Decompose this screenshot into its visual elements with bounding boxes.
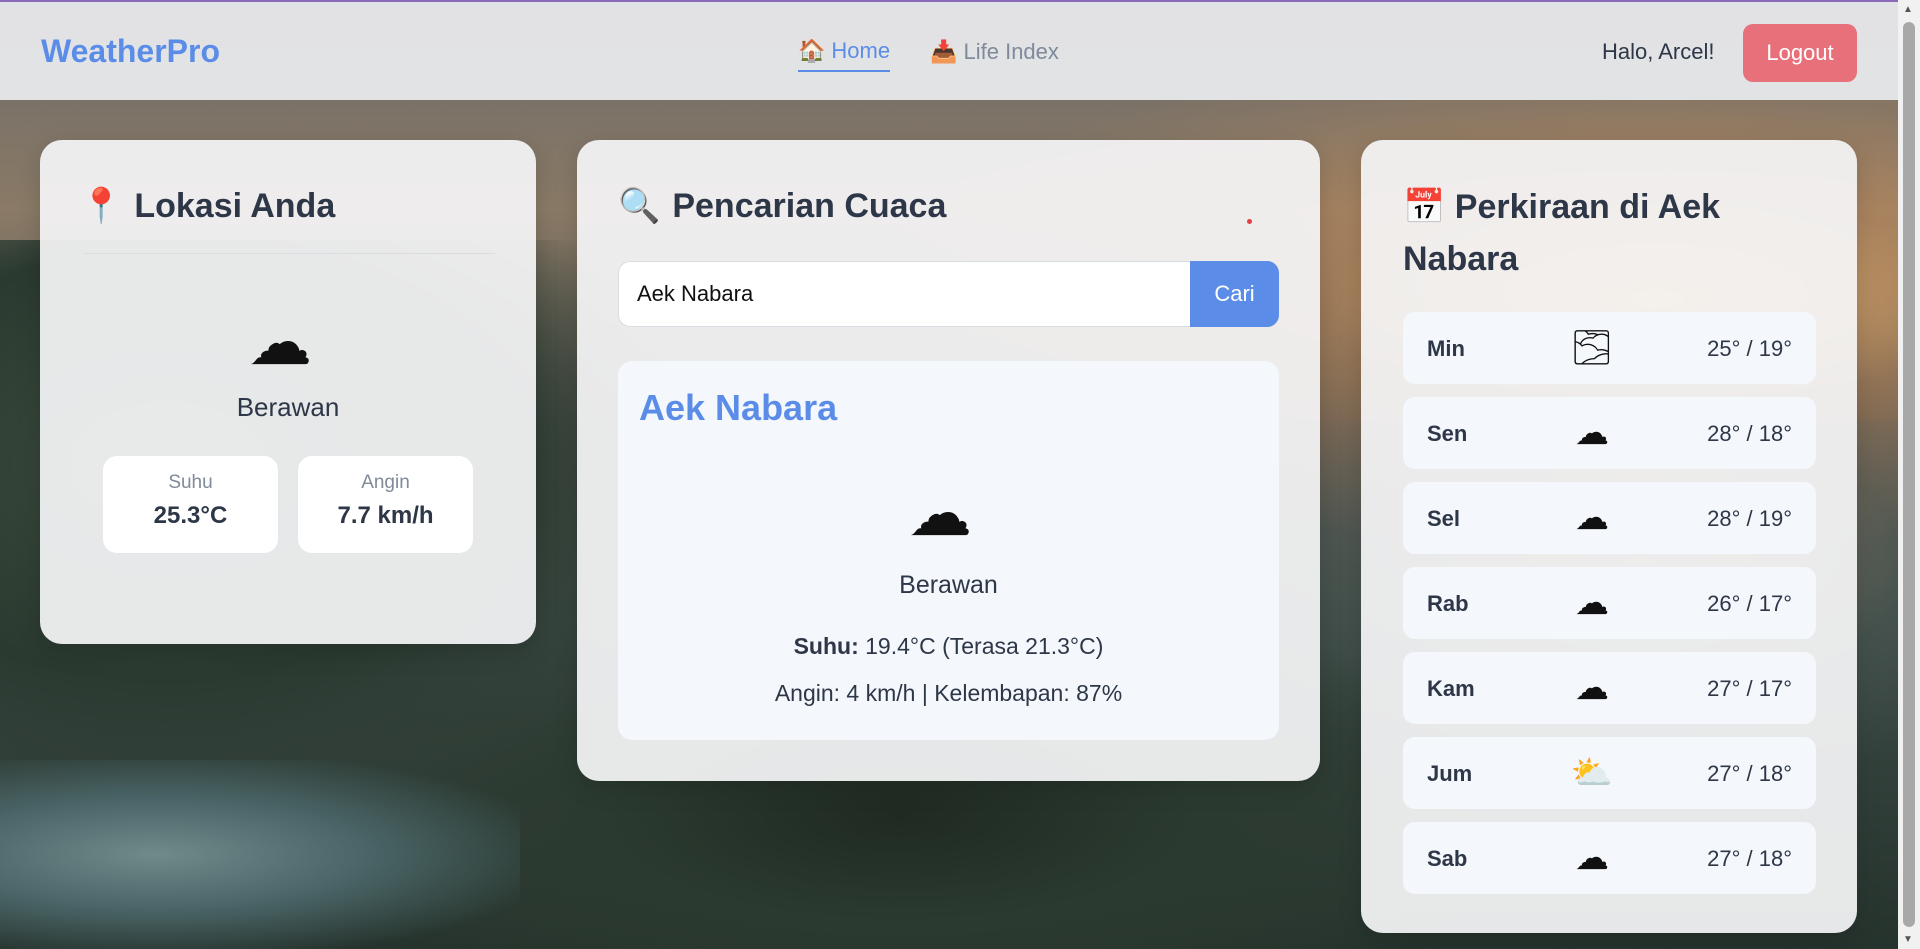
- result-city: Aek Nabara: [639, 387, 838, 428]
- scroll-thumb[interactable]: [1903, 22, 1915, 927]
- result-temperature: Suhu: 19.4°C (Terasa 21.3°C): [618, 633, 1279, 660]
- nav-item-label: Life Index: [963, 39, 1059, 64]
- forecast-title-text: Perkiraan di Aek Nabara: [1403, 188, 1721, 278]
- stat-value: 7.7 km/h: [337, 502, 434, 529]
- forecast-temp: 26° / 17°: [1707, 591, 1792, 616]
- nav-item-home[interactable]: 🏠 Home: [798, 38, 891, 72]
- search-result: Aek Nabara ☁ Berawan Suhu: 19.4°C (Teras…: [618, 361, 1279, 740]
- logout-button[interactable]: Logout: [1743, 24, 1857, 82]
- location-title-text: Lokasi Anda: [134, 187, 336, 225]
- search-button[interactable]: Cari: [1190, 261, 1279, 327]
- house-icon: 🏠: [798, 38, 826, 63]
- forecast-row: Sen ☁ 28° / 18°: [1403, 397, 1816, 469]
- nav-links: 🏠 Home 📥 Life Index: [798, 38, 1059, 72]
- forecast-card: 📅 Perkiraan di Aek Nabara Min 🌫 25° / 19…: [1361, 140, 1857, 933]
- cloud-icon: ☁: [1575, 499, 1609, 537]
- divider: [83, 253, 495, 254]
- temp-label: Suhu:: [793, 633, 859, 659]
- search-input[interactable]: [618, 261, 1190, 327]
- cloud-icon: ☁: [908, 477, 972, 549]
- forecast-row: Kam ☁ 27° / 17°: [1403, 652, 1816, 724]
- forecast-row: Sel ☁ 28° / 19°: [1403, 482, 1816, 554]
- forecast-row: Rab ☁ 26° / 17°: [1403, 567, 1816, 639]
- cloud-icon: ☁: [1575, 414, 1609, 452]
- forecast-list: Min 🌫 25° / 19° Sen ☁ 28° / 18° Sel ☁ 28…: [1403, 312, 1816, 907]
- forecast-row: Sab ☁ 27° / 18°: [1403, 822, 1816, 894]
- cloud-icon: ☁: [1575, 669, 1609, 707]
- fog-icon: 🌫: [1570, 329, 1614, 367]
- stat-label: Angin: [361, 472, 410, 493]
- location-card: 📍 Lokasi Anda ☁ Berawan Suhu 25.3°C Angi…: [40, 140, 536, 644]
- location-condition: Berawan: [236, 392, 340, 422]
- forecast-row: Jum ⛅ 27° / 18°: [1403, 737, 1816, 809]
- pin-icon: 📍: [80, 187, 123, 225]
- forecast-row: Min 🌫 25° / 19°: [1403, 312, 1816, 384]
- location-title: 📍 Lokasi Anda: [80, 180, 335, 232]
- cloud-icon: ☁: [1575, 584, 1609, 622]
- nav-item-label: Home: [831, 38, 891, 63]
- forecast-temp: 27° / 18°: [1707, 761, 1792, 786]
- forecast-day: Sen: [1427, 421, 1468, 446]
- forecast-day: Rab: [1427, 591, 1469, 616]
- forecast-title: 📅 Perkiraan di Aek Nabara: [1403, 181, 1823, 285]
- search-card: 🔍 Pencarian Cuaca Cari Aek Nabara ☁ Bera…: [577, 140, 1320, 781]
- result-condition: Berawan: [899, 571, 998, 599]
- search-bar: Cari: [618, 261, 1279, 327]
- stat-wind: Angin 7.7 km/h: [298, 456, 473, 553]
- forecast-temp: 27° / 17°: [1707, 676, 1792, 701]
- status-dot: [1247, 219, 1252, 224]
- life-index-icon: 📥: [930, 39, 958, 64]
- cloud-icon: ☁: [248, 306, 312, 378]
- forecast-temp: 25° / 19°: [1707, 336, 1792, 361]
- brand-logo[interactable]: WeatherPro: [41, 33, 220, 70]
- forecast-temp: 28° / 18°: [1707, 421, 1792, 446]
- user-greeting: Halo, Arcel!: [1602, 39, 1715, 64]
- partly-cloudy-icon: ⛅: [1570, 754, 1614, 792]
- stat-value: 25.3°C: [153, 502, 228, 529]
- page-scrollbar[interactable]: ▲ ▼: [1898, 0, 1920, 949]
- forecast-day: Kam: [1427, 676, 1475, 701]
- forecast-day: Min: [1427, 336, 1465, 361]
- forecast-day: Jum: [1427, 761, 1473, 786]
- forecast-temp: 27° / 18°: [1707, 846, 1792, 871]
- calendar-icon: 📅: [1403, 188, 1446, 226]
- stat-temperature: Suhu 25.3°C: [103, 456, 278, 553]
- result-details: Angin: 4 km/h | Kelembapan: 87%: [774, 680, 1123, 706]
- search-title-text: Pencarian Cuaca: [672, 187, 947, 225]
- temp-value: 19.4°C (Terasa 21.3°C): [865, 633, 1104, 659]
- forecast-day: Sel: [1427, 506, 1461, 531]
- scroll-up-icon[interactable]: ▲: [1903, 4, 1913, 15]
- nav-item-life-index[interactable]: 📥 Life Index: [930, 38, 1059, 72]
- forecast-day: Sab: [1427, 846, 1468, 871]
- forecast-temp: 28° / 19°: [1707, 506, 1792, 531]
- top-navbar: WeatherPro 🏠 Home 📥 Life Index Halo, Arc…: [0, 0, 1898, 100]
- search-title: 🔍 Pencarian Cuaca: [618, 180, 946, 232]
- scroll-down-icon[interactable]: ▼: [1903, 934, 1913, 945]
- stat-label: Suhu: [168, 472, 213, 493]
- cloud-icon: ☁: [1575, 839, 1609, 877]
- magnifier-icon: 🔍: [618, 187, 661, 225]
